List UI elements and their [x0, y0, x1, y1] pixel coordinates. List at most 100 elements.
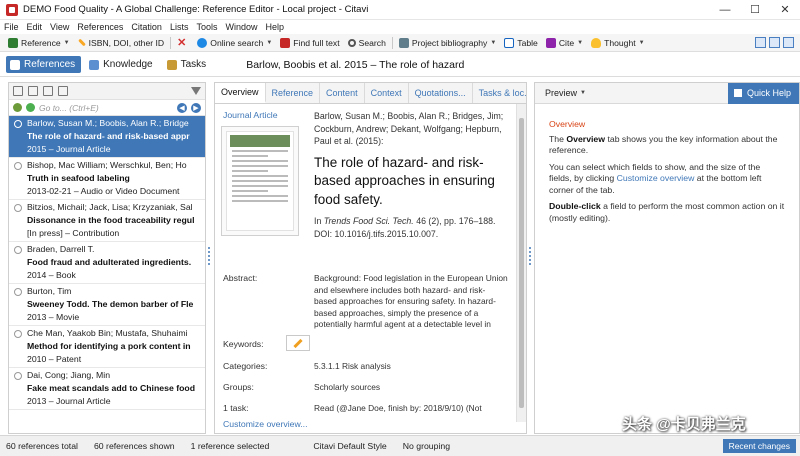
expand-icon[interactable] [13, 86, 23, 96]
reference-title: The role of hazard- and risk-based appro… [314, 154, 495, 207]
menu-window[interactable]: Window [221, 22, 261, 32]
globe-icon [197, 37, 208, 48]
next-arrow-icon[interactable]: ▶ [191, 102, 201, 113]
layout-switcher [755, 37, 800, 48]
list-item[interactable]: Braden, Darrell T. Food fraud and adulte… [9, 242, 205, 284]
menu-lists[interactable]: Lists [166, 22, 193, 32]
citavi-app-icon [6, 3, 18, 16]
list-item-meta: 2013-02-21 – Audio or Video Document [27, 186, 180, 196]
watermark: 头条 @卡贝弗兰克 [622, 416, 746, 433]
sort-icon[interactable] [28, 86, 38, 96]
list-item-title: Sweeney Todd. The demon barber of Fle [27, 299, 194, 309]
layout-triple-icon[interactable] [783, 37, 794, 48]
list-item-meta: 2014 – Book [27, 270, 76, 280]
list-item[interactable]: Che Man, Yaakob Bin; Mustafa, Shuhaimi M… [9, 326, 205, 368]
tab-reference[interactable]: Reference [266, 83, 321, 103]
tab-tasks-locations[interactable]: Tasks & loc... [473, 83, 526, 103]
help-paragraph: Double-click a field to perform the most… [549, 201, 785, 223]
left-splitter-handle[interactable] [207, 247, 211, 265]
cite-button[interactable]: Cite ▼ [542, 35, 587, 51]
menu-tools[interactable]: Tools [192, 22, 221, 32]
add-reference-button[interactable]: Reference ▼ [4, 35, 74, 51]
previous-arrow-icon[interactable]: ◀ [177, 102, 187, 113]
menu-references[interactable]: References [73, 22, 127, 32]
tab-knowledge[interactable]: Knowledge [85, 56, 158, 73]
plus-icon [8, 37, 18, 48]
delete-button[interactable]: ✕ [173, 35, 193, 51]
find-full-text-button[interactable]: Find full text [276, 35, 343, 51]
group-icon[interactable] [43, 86, 53, 96]
chevron-down-icon[interactable]: ▼ [580, 90, 586, 96]
title-bar: DEMO Food Quality - A Global Challenge: … [0, 0, 800, 20]
right-splitter-handle[interactable] [528, 247, 532, 265]
maximize-button[interactable]: ☐ [740, 0, 770, 20]
groups-label: Groups: [223, 382, 254, 392]
radio-icon [14, 246, 22, 254]
menu-view[interactable]: View [46, 22, 73, 32]
menu-citation[interactable]: Citation [127, 22, 166, 32]
tab-context[interactable]: Context [365, 83, 409, 103]
goto-input[interactable]: Go to... (Ctrl+E) [39, 103, 173, 113]
grouping-status[interactable]: No grouping [403, 441, 450, 451]
categories-label: Categories: [223, 361, 268, 371]
pencil-icon [293, 338, 303, 348]
preview-dropdown[interactable]: Preview [545, 88, 577, 98]
search-button[interactable]: Search [344, 35, 390, 51]
close-button[interactable]: ✕ [770, 0, 800, 20]
chevron-down-icon: ▼ [577, 39, 584, 46]
list-item[interactable]: Bishop, Mac William; Werschkul, Ben; Ho … [9, 158, 205, 200]
navigator-tabs: References Knowledge Tasks Barlow, Boobi… [0, 53, 800, 77]
list-item-meta: [In press] – Contribution [27, 228, 120, 238]
citation-style[interactable]: Citavi Default Style [313, 441, 386, 451]
scrollbar-thumb[interactable] [519, 118, 524, 408]
isbn-doi-button[interactable]: ISBN, DOI, other ID [74, 35, 168, 51]
online-search-button[interactable]: Online search ▼ [193, 35, 276, 51]
thought-button[interactable]: Thought ▼ [587, 35, 649, 51]
search-icon [347, 38, 356, 47]
tab-tasks[interactable]: Tasks [163, 56, 213, 73]
citation-block[interactable]: Barlow, Susan M.; Boobis, Alan R.; Bridg… [314, 110, 514, 240]
layout-single-icon[interactable] [755, 37, 766, 48]
list-item[interactable]: Barlow, Susan M.; Boobis, Alan R.; Bridg… [9, 116, 205, 158]
tab-quotations[interactable]: Quotations... [409, 83, 473, 103]
menu-help[interactable]: Help [261, 22, 288, 32]
radio-icon [14, 162, 22, 170]
list-item-title: The role of hazard- and risk-based appr [27, 131, 190, 141]
list-item-authors: Che Man, Yaakob Bin; Mustafa, Shuhaimi [27, 328, 188, 338]
printer-icon [398, 37, 409, 48]
editor-tabs: Overview Reference Content Context Quota… [215, 83, 526, 104]
menu-edit[interactable]: Edit [23, 22, 47, 32]
quick-help-button[interactable]: Quick Help [727, 83, 799, 104]
list-item-authors: Burton, Tim [27, 286, 72, 296]
cover-thumbnail[interactable] [221, 126, 299, 236]
menu-file[interactable]: File [0, 22, 23, 32]
customize-overview-help-link[interactable]: Customize overview [617, 173, 695, 183]
status-selected: 1 reference selected [190, 441, 270, 451]
customize-overview-link[interactable]: Customize overview... [223, 419, 308, 429]
list-item-authors: Bitzios, Michail; Jack, Lisa; Krzyzaniak… [27, 202, 193, 212]
project-bibliography-button[interactable]: Project bibliography ▼ [395, 35, 500, 51]
tree-icon[interactable] [58, 86, 68, 96]
abstract-field[interactable]: Background: Food legislation in the Euro… [314, 273, 508, 331]
table-button[interactable]: Table [500, 35, 542, 51]
recent-changes-button[interactable]: Recent changes [722, 439, 796, 453]
gear-icon[interactable] [13, 103, 22, 112]
groups-field[interactable]: Scholarly sources [314, 382, 508, 394]
list-item-authors: Barlow, Susan M.; Boobis, Alan R.; Bridg… [27, 118, 189, 128]
filter-icon[interactable] [191, 87, 201, 95]
tab-overview[interactable]: Overview [215, 83, 266, 103]
layout-double-icon[interactable] [769, 37, 780, 48]
preview-pane: Preview ▼ Quick Help Overview The Overvi… [534, 82, 800, 434]
list-item[interactable]: Bitzios, Michail; Jack, Lisa; Krzyzaniak… [9, 200, 205, 242]
reference-heading: Barlow, Boobis et al. 2015 – The role of… [246, 58, 465, 71]
tab-references[interactable]: References [6, 56, 82, 73]
minimize-button[interactable]: — [710, 0, 740, 20]
task-field[interactable]: Read (@Jane Doe, finish by: 2018/9/10) (… [314, 403, 508, 415]
list-item[interactable]: Dai, Cong; Jiang, Min Fake meat scandals… [9, 368, 205, 410]
list-item[interactable]: Burton, Tim Sweeney Todd. The demon barb… [9, 284, 205, 326]
keywords-edit-button[interactable] [286, 335, 310, 351]
refresh-icon[interactable] [26, 103, 35, 112]
editor-scrollbar[interactable] [516, 104, 526, 422]
tab-content[interactable]: Content [320, 83, 365, 103]
categories-field[interactable]: 5.3.1.1 Risk analysis [314, 361, 508, 373]
